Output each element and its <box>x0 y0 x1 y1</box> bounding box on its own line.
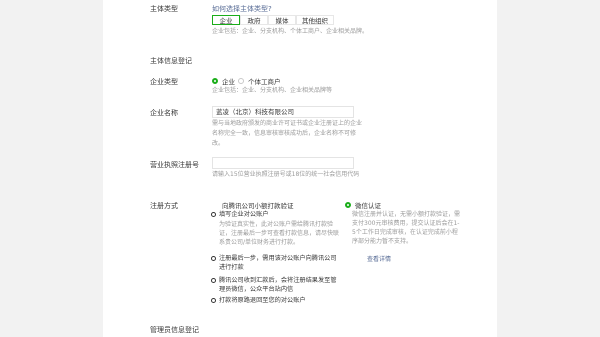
option-bank-transfer-label: 向腾讯公司小额打款验证 <box>222 202 294 210</box>
step-3-icon <box>211 278 216 283</box>
register-method-label: 注册方式 <box>150 202 178 210</box>
entity-type-help-link[interactable]: 如何选择主体类型? <box>212 4 272 14</box>
radio-unchecked-icon <box>238 78 244 84</box>
page: 主体类型 如何选择主体类型? 企业 政府 媒体 其他组织 企业包括：企业、分支机… <box>0 0 600 337</box>
entity-type-label: 主体类型 <box>150 5 178 13</box>
step-1: 填写企业对公账户 <box>219 211 269 218</box>
tab-media[interactable]: 媒体 <box>268 15 296 25</box>
wechat-cert-details-link[interactable]: 查看详情 <box>367 254 391 263</box>
option-wechat-cert[interactable]: 微信认证 <box>345 200 381 210</box>
step-2-icon <box>211 256 216 261</box>
license-number-label: 营业执照注册号 <box>150 161 199 169</box>
option-bank-transfer[interactable]: 向腾讯公司小额打款验证 <box>212 200 294 210</box>
tab-enterprise[interactable]: 企业 <box>212 15 240 25</box>
entity-type-hint: 企业包括：企业、分支机构、个体工商户、企业相关品牌。 <box>212 28 369 35</box>
option-wechat-cert-label: 微信认证 <box>355 202 381 210</box>
step-2: 注册最后一步，需用该对公账户向腾讯公司进行打款 <box>219 255 337 271</box>
step-1-icon <box>211 212 216 217</box>
section-admin-info-title: 管理员信息登记 <box>150 326 199 334</box>
radio-enterprise[interactable]: 企业 <box>212 76 235 86</box>
step-4-icon <box>211 298 216 303</box>
enterprise-name-label: 企业名称 <box>150 109 178 117</box>
enterprise-type-hint: 企业包括：企业、分支机构、企业相关品牌等 <box>212 87 333 94</box>
step-1-hint: 为验证真实性，此对公账户需给腾讯打款验证，注册最后一步可查看打款信息，请尽快联系… <box>219 221 340 246</box>
enterprise-name-hint: 需与当地政府颁发的商业许可证书或企业注册证上的企业名称完全一致，信息审核审核成功… <box>212 120 363 147</box>
radio-checked-icon <box>212 78 218 84</box>
step-3: 腾讯公司收到汇款后，会将注册结果发至管理员微信，公众平台站内信 <box>219 277 337 293</box>
radio-bank-transfer-icon <box>212 202 218 208</box>
radio-individual-label: 个体工商户 <box>248 78 281 86</box>
radio-individual[interactable]: 个体工商户 <box>238 76 281 86</box>
tab-government[interactable]: 政府 <box>240 15 268 25</box>
enterprise-name-input[interactable]: 蓝凌（北京）科技有限公司 <box>212 106 354 118</box>
right-gutter <box>497 0 600 337</box>
enterprise-type-label: 企业类型 <box>150 78 178 86</box>
entity-type-tabs: 企业 政府 媒体 其他组织 <box>212 15 334 25</box>
wechat-cert-hint: 微信注册并认证，无需小额打款验证，需支付300元审核费用，提交认证后会在1-5个… <box>352 211 461 245</box>
license-number-hint: 请输入15位营业执照注册号或18位的统一社会信用代码 <box>212 171 360 178</box>
radio-enterprise-label: 企业 <box>222 78 235 86</box>
section-entity-info-title: 主体信息登记 <box>150 57 192 65</box>
left-gutter <box>0 0 103 337</box>
step-4: 打款将原路退回至您的对公账户 <box>219 297 306 304</box>
radio-wechat-cert-icon <box>345 202 351 208</box>
license-number-input[interactable] <box>212 157 354 169</box>
tab-other-org[interactable]: 其他组织 <box>296 15 334 25</box>
